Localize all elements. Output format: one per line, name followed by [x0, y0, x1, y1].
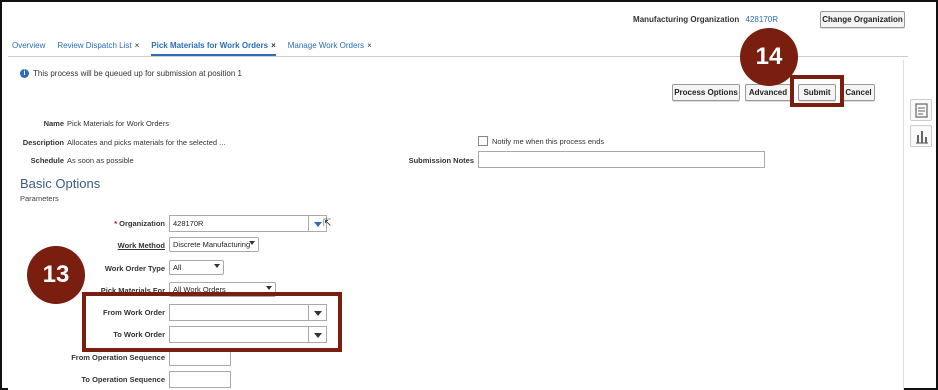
- name-label: Name: [43, 119, 64, 128]
- from-operation-sequence-label: From Operation Sequence: [71, 353, 165, 362]
- process-options-button[interactable]: Process Options: [672, 84, 740, 101]
- basic-options-heading: Basic Options: [20, 176, 101, 191]
- info-icon: i: [20, 69, 29, 78]
- close-icon[interactable]: ×: [367, 41, 372, 50]
- cancel-button[interactable]: Cancel: [842, 84, 875, 101]
- step-13-callout: 13: [27, 246, 85, 304]
- organization-value: 428170R: [173, 219, 204, 228]
- submission-notes-label: Submission Notes: [408, 156, 474, 165]
- submission-notes-input[interactable]: [478, 151, 765, 168]
- close-icon[interactable]: ×: [271, 41, 276, 50]
- chevron-down-icon: [214, 264, 220, 268]
- to-operation-sequence-label: To Operation Sequence: [81, 375, 165, 384]
- schedule-label: Schedule: [30, 156, 64, 165]
- tab-label: Manage Work Orders: [287, 41, 365, 50]
- chevron-down-icon: [249, 241, 255, 245]
- bar-chart-icon[interactable]: [910, 125, 932, 147]
- organization-label-text: Organization: [119, 219, 165, 228]
- close-icon[interactable]: ×: [135, 41, 140, 50]
- required-marker: *: [114, 219, 118, 228]
- work-method-value: Discrete Manufacturing: [173, 240, 251, 249]
- manufacturing-organization: Manufacturing Organization 428170R: [633, 15, 778, 24]
- step-14-callout: 14: [740, 28, 798, 86]
- schedule-value: As soon as possible: [67, 156, 134, 165]
- info-message: i This process will be queued up for sub…: [20, 69, 242, 78]
- tab-review-dispatch-list[interactable]: Review Dispatch List ×: [57, 41, 139, 56]
- work-method-label: Work Method: [117, 241, 165, 250]
- work-order-type-value: All: [173, 263, 182, 272]
- description-label: Description: [22, 138, 64, 147]
- tab-overview[interactable]: Overview: [12, 41, 45, 56]
- tab-label: Pick Materials for Work Orders: [151, 41, 269, 50]
- tab-bar: Overview Review Dispatch List × Pick Mate…: [12, 41, 372, 56]
- work-method-select[interactable]: Discrete Manufacturing: [169, 237, 259, 252]
- notify-checkbox[interactable]: [478, 136, 488, 146]
- org-value-link[interactable]: 428170R: [746, 15, 778, 24]
- tab-label: Review Dispatch List: [57, 41, 132, 50]
- to-operation-sequence-input[interactable]: [169, 371, 231, 388]
- submit-highlight-box: [790, 75, 844, 107]
- notify-label: Notify me when this process ends: [492, 137, 605, 146]
- name-value: Pick Materials for Work Orders: [67, 119, 169, 128]
- description-value: Allocates and picks materials for the se…: [67, 138, 226, 147]
- advanced-button[interactable]: Advanced: [745, 84, 791, 101]
- mouse-cursor-icon: ⇱: [323, 218, 332, 229]
- work-order-type-select[interactable]: All: [169, 260, 224, 275]
- chevron-down-icon: [266, 286, 272, 290]
- tab-pick-materials[interactable]: Pick Materials for Work Orders ×: [151, 41, 277, 56]
- info-text: This process will be queued up for submi…: [33, 69, 242, 78]
- parameters-subheading: Parameters: [20, 194, 59, 203]
- change-organization-button[interactable]: Change Organization: [820, 11, 905, 28]
- organization-label: * Organization: [60, 219, 165, 228]
- document-icon[interactable]: [910, 99, 932, 121]
- tab-manage-work-orders[interactable]: Manage Work Orders ×: [288, 41, 372, 56]
- tab-label: Overview: [12, 41, 46, 50]
- work-order-highlight-box: [82, 292, 342, 352]
- organization-input[interactable]: 428170R: [169, 215, 327, 232]
- org-label: Manufacturing Organization: [633, 15, 740, 24]
